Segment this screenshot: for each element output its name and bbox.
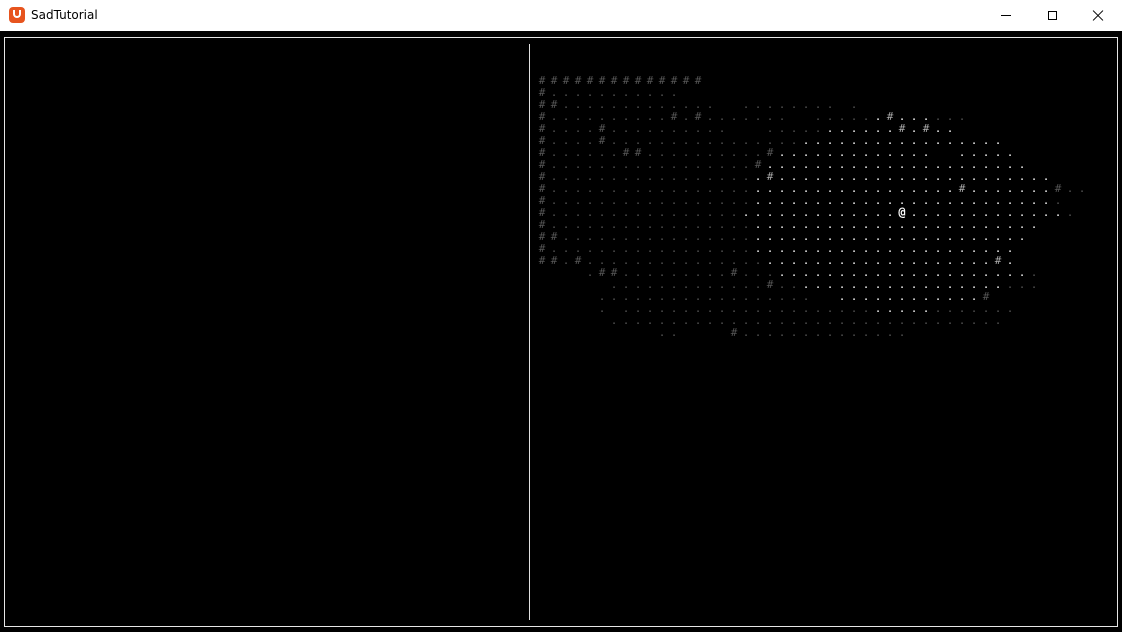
floor-tile: . [911,314,918,327]
wall-tile: # [539,254,546,267]
floor-tile: . [587,266,594,279]
floor-tile: . [1055,206,1062,219]
floor-tile: . [815,326,822,339]
floor-tile: . [1079,182,1086,195]
floor-tile: . [1007,278,1014,291]
floor-tile: . [1067,182,1074,195]
floor-tile: . [635,314,642,327]
floor-tile: . [935,134,942,147]
floor-tile: . [659,326,666,339]
player-glyph: @ [898,205,905,219]
floor-tile: . [887,326,894,339]
floor-tile: . [815,278,822,291]
floor-tile: . [755,110,762,123]
floor-tile: . [947,314,954,327]
floor-tile: . [995,278,1002,291]
floor-tile: . [947,134,954,147]
wall-tile: # [599,266,606,279]
minimize-button[interactable] [983,0,1029,31]
floor-tile: . [611,290,618,303]
floor-tile: . [623,314,630,327]
panel-divider [529,44,530,620]
floor-tile: . [827,278,834,291]
floor-tile: . [995,314,1002,327]
floor-tile: . [875,326,882,339]
monogame-logo-icon [9,7,25,23]
floor-tile: . [647,314,654,327]
floor-tile: . [1019,230,1026,243]
floor-tile: . [935,314,942,327]
floor-tile: . [839,326,846,339]
floor-tile: . [791,98,798,111]
floor-tile: . [1067,206,1074,219]
wall-tile: # [575,254,582,267]
floor-tile: . [1019,278,1026,291]
floor-tile: . [959,110,966,123]
floor-tile: . [923,314,930,327]
floor-tile: . [1007,302,1014,315]
title-bar[interactable]: SadTutorial [0,0,1122,31]
floor-tile: . [707,314,714,327]
game-viewport[interactable]: # # # # # # # # # # # # # # #........... # #............… [0,31,1122,632]
floor-tile: . [599,302,606,315]
floor-tile: . [743,110,750,123]
floor-tile: . [1031,218,1038,231]
wall-tile: # [695,74,702,87]
wall-tile: # [731,326,738,339]
floor-tile: . [731,110,738,123]
left-console-panel [6,39,528,625]
floor-tile: . [767,326,774,339]
floor-tile: . [671,326,678,339]
floor-tile: . [899,326,906,339]
floor-tile: . [827,326,834,339]
close-button[interactable] [1075,0,1121,31]
maximize-button[interactable] [1029,0,1075,31]
floor-tile: . [611,314,618,327]
floor-tile: . [743,326,750,339]
floor-tile: . [779,326,786,339]
floor-tile: . [863,326,870,339]
floor-tile: . [719,314,726,327]
floor-tile: . [1031,278,1038,291]
window-title: SadTutorial [31,8,98,22]
dungeon-map: # # # # # # # # # # # # # ##.......... .# #............… [539,74,1086,339]
floor-tile: . [1043,206,1050,219]
floor-tile: . [563,254,570,267]
floor-tile: . [851,326,858,339]
wall-tile: # [683,74,690,87]
map-console[interactable]: # # # # # # # # # # # # # # #........... # #............… [536,74,1112,622]
floor-tile: . [803,326,810,339]
floor-tile: . [803,98,810,111]
floor-tile: . [791,326,798,339]
wall-tile: # [551,254,558,267]
floor-tile: . [755,326,762,339]
floor-tile: . [971,314,978,327]
minimize-icon [1001,15,1011,16]
floor-tile: . [983,314,990,327]
floor-tile: . [683,314,690,327]
maximize-icon [1047,11,1057,20]
close-icon [1092,10,1104,22]
floor-tile: . [695,314,702,327]
floor-tile: . [959,314,966,327]
